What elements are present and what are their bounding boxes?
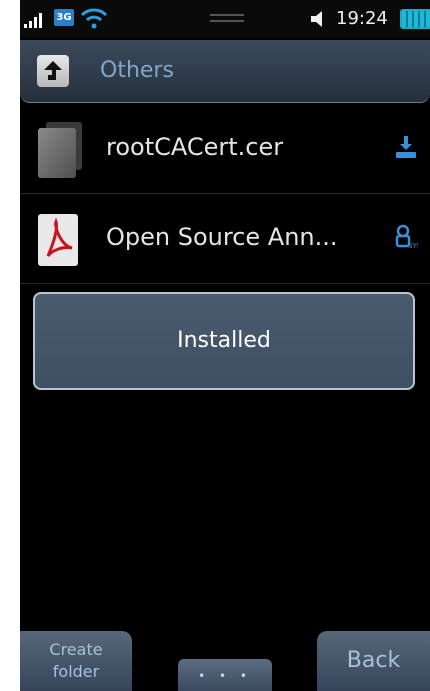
installed-toast: Installed	[33, 292, 415, 390]
svg-text:SYS: SYS	[408, 242, 418, 250]
file-row-certificate[interactable]: rootCACert.cer	[20, 104, 430, 194]
file-row-pdf[interactable]: Open Source Ann... SYS	[20, 194, 430, 284]
create-folder-button[interactable]: Create folder	[20, 631, 132, 691]
file-name: rootCACert.cer	[106, 133, 284, 161]
more-dots-icon: • • •	[198, 669, 252, 683]
phone-screen: 3G 19:24 Others rootCACert.cer Open Sour…	[20, 0, 430, 691]
system-file-icon: SYS	[395, 224, 418, 250]
install-download-icon[interactable]	[394, 134, 418, 160]
wifi-icon	[80, 8, 108, 29]
back-label: Back	[346, 648, 401, 673]
clock: 19:24	[336, 8, 388, 29]
up-folder-button[interactable]	[37, 55, 69, 87]
network-badge: 3G	[54, 9, 74, 26]
volume-icon	[311, 11, 322, 27]
page-title: Others	[100, 58, 174, 83]
signal-icon	[24, 12, 50, 28]
battery-icon	[400, 9, 430, 29]
header-bar: Others	[20, 40, 430, 103]
file-name: Open Source Ann...	[106, 223, 338, 251]
create-folder-label: Create folder	[49, 640, 103, 681]
status-bar: 3G 19:24	[20, 0, 430, 38]
certificate-file-icon	[38, 122, 82, 178]
more-options-button[interactable]: • • •	[178, 659, 272, 691]
drag-handle-icon[interactable]	[210, 14, 244, 24]
pdf-file-icon	[38, 214, 78, 266]
toast-message: Installed	[177, 328, 271, 353]
back-button[interactable]: Back	[317, 631, 430, 691]
up-arrow-icon	[44, 61, 62, 80]
